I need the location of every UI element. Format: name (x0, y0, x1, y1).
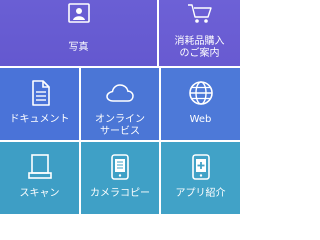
tile-photo[interactable]: 写真 (0, 0, 157, 66)
app-plus-icon (186, 152, 216, 182)
globe-icon (186, 78, 216, 108)
tile-app-intro-label: アプリ紹介 (175, 188, 226, 199)
tile-photo-label: 写真 (68, 42, 89, 53)
scanner-icon (25, 152, 55, 182)
tile-supplies[interactable]: 消耗品購入 のご案内 (159, 0, 240, 66)
shopping-cart-icon (185, 0, 215, 28)
tile-web[interactable]: Web (161, 68, 240, 140)
tile-scan-label: スキャン (19, 188, 60, 199)
photo-icon (64, 0, 94, 28)
camera-copy-icon (105, 152, 135, 182)
tile-supplies-label: 消耗品購入 のご案内 (174, 36, 225, 59)
top-row: 写真 消耗品購入 のご案内 (0, 0, 240, 66)
tile-document-label: ドキュメント (9, 114, 70, 125)
tile-online-service[interactable]: オンライン サービス (81, 68, 159, 140)
document-icon (25, 78, 55, 108)
tile-web-label: Web (189, 114, 212, 125)
home-screen: 写真 消耗品購入 のご案内 ドキュメント オンライン サービス Web スキャン… (0, 0, 240, 240)
tile-camera-copy-label: カメラコピー (90, 188, 150, 199)
cloud-icon (105, 78, 135, 108)
menu-grid: 写真 消耗品購入 のご案内 ドキュメント オンライン サービス Web スキャン… (0, 0, 240, 214)
tile-app-intro[interactable]: アプリ紹介 (161, 142, 240, 214)
tile-online-service-label: オンライン サービス (95, 114, 145, 137)
tile-camera-copy[interactable]: カメラコピー (81, 142, 159, 214)
tile-document[interactable]: ドキュメント (0, 68, 79, 140)
tile-scan[interactable]: スキャン (0, 142, 79, 214)
